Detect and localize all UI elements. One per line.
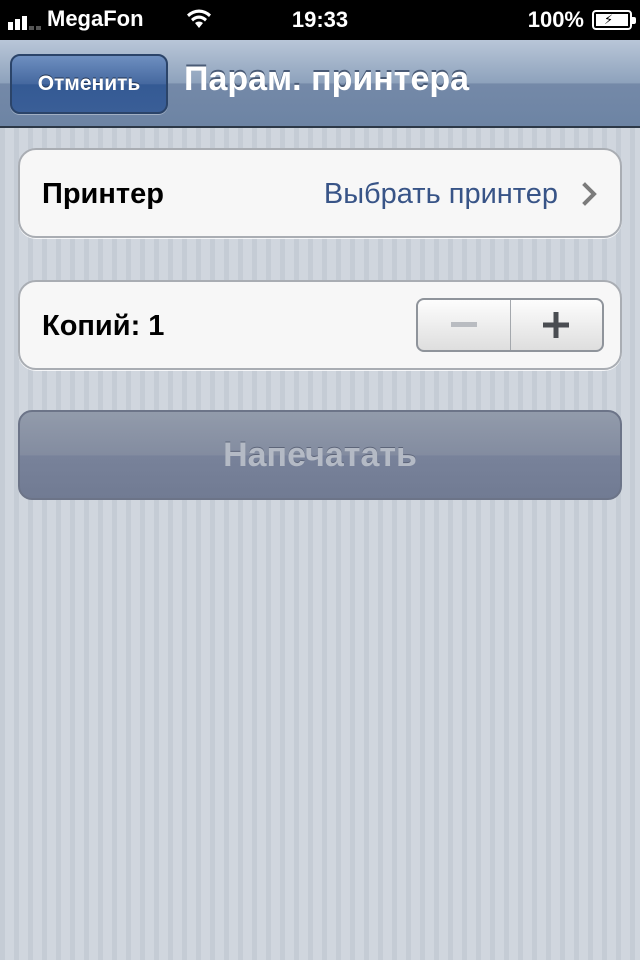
copies-label: Копий: 1 <box>42 310 165 342</box>
minus-icon <box>450 322 477 327</box>
copies-row: Копий: 1 <box>18 280 622 370</box>
copies-stepper[interactable] <box>416 298 604 352</box>
print-button[interactable]: Напечатать <box>18 410 622 500</box>
battery-charging-icon: ⚡ <box>592 10 636 30</box>
decrement-button[interactable] <box>418 300 510 350</box>
status-bar: MegaFon 19:33 100% ⚡ <box>0 0 640 40</box>
battery-group: 100% ⚡ <box>527 7 636 33</box>
battery-percent: 100% <box>527 7 584 32</box>
select-printer-value: Выбрать принтер <box>323 178 558 210</box>
chevron-right-icon <box>582 182 597 206</box>
page-title: Парам. принтера <box>184 60 470 98</box>
navigation-bar: Отменить Парам. принтера <box>0 40 640 128</box>
printer-row[interactable]: Принтер Выбрать принтер <box>18 148 622 238</box>
cancel-button[interactable]: Отменить <box>10 54 168 114</box>
printer-label: Принтер <box>42 178 164 210</box>
increment-button[interactable] <box>509 300 603 350</box>
plus-icon <box>543 312 570 338</box>
